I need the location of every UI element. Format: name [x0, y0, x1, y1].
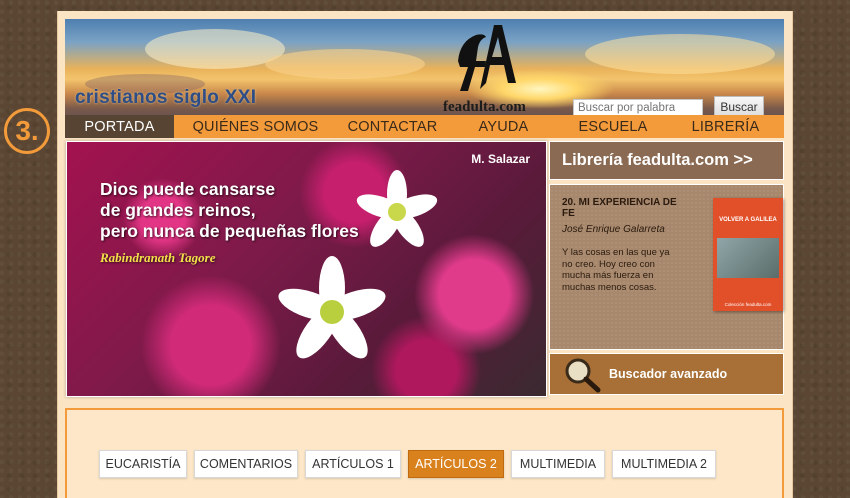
hero-attribution: Rabindranath Tagore: [100, 250, 216, 265]
step-badge: 3.: [4, 108, 50, 154]
cloud-shape: [145, 29, 285, 69]
magnifier-icon: [565, 358, 601, 393]
flower-icon: [278, 256, 386, 359]
book-cover-image[interactable]: VOLVER A GALILEA Colección feadulta.com: [713, 198, 783, 311]
library-banner-link[interactable]: Librería feadulta.com >>: [549, 141, 784, 180]
logo-text[interactable]: feadulta.com: [443, 99, 526, 116]
nav-item-contactar[interactable]: CONTACTAR: [337, 115, 448, 138]
nav-item-libreria[interactable]: LIBRERÍA: [667, 115, 784, 138]
tab-articulos-2[interactable]: ARTÍCULOS 2: [408, 450, 504, 478]
tab-comentarios[interactable]: COMENTARIOS: [194, 450, 298, 478]
tab-bar: EUCARISTÍA COMENTARIOS ARTÍCULOS 1 ARTÍC…: [99, 450, 716, 478]
book-title[interactable]: 20. MI EXPERIENCIA DE FE: [562, 197, 687, 219]
featured-book-card[interactable]: 20. MI EXPERIENCIA DE FE José Enrique Ga…: [549, 184, 784, 350]
cloud-shape: [265, 49, 425, 79]
book-blurb: Y las cosas en las que ya no creo. Hoy c…: [562, 247, 670, 293]
nav-item-ayuda[interactable]: AYUDA: [448, 115, 559, 138]
nav-item-quienes-somos[interactable]: QUIÉNES SOMOS: [174, 115, 337, 138]
content-tabs-panel: EUCARISTÍA COMENTARIOS ARTÍCULOS 1 ARTÍC…: [65, 408, 784, 498]
page-container: feadulta.com cristianos siglo XXI Buscar…: [57, 11, 793, 498]
tab-multimedia-2[interactable]: MULTIMEDIA 2: [612, 450, 716, 478]
hero-slide[interactable]: M. Salazar Dios puede cansarse de grande…: [66, 141, 547, 397]
nav-item-portada[interactable]: PORTADA: [65, 115, 174, 138]
book-author: José Enrique Galarreta: [562, 224, 665, 235]
search-input[interactable]: [573, 99, 703, 116]
advanced-search-label: Buscador avanzado: [609, 367, 728, 381]
book-cover-photo: [717, 238, 779, 278]
site-tagline: cristianos siglo XXI: [75, 87, 257, 108]
book-cover-footer: Colección feadulta.com: [724, 302, 772, 307]
main-nav: PORTADA QUIÉNES SOMOS CONTACTAR AYUDA ES…: [65, 115, 784, 138]
hero-author: M. Salazar: [471, 152, 530, 166]
cloud-shape: [585, 34, 775, 74]
tab-multimedia[interactable]: MULTIMEDIA: [511, 450, 605, 478]
site-header: feadulta.com cristianos siglo XXI Buscar: [65, 19, 784, 123]
hero-quote: Dios puede cansarse de grandes reinos, p…: [100, 179, 359, 241]
advanced-search-link[interactable]: Buscador avanzado: [549, 353, 784, 395]
book-cover-title: VOLVER A GALILEA: [719, 217, 777, 223]
tab-eucaristia[interactable]: EUCARISTÍA: [99, 450, 187, 478]
nav-item-escuela[interactable]: ESCUELA: [559, 115, 667, 138]
tab-articulos-1[interactable]: ARTÍCULOS 1: [305, 450, 401, 478]
flower-icon: [356, 170, 438, 247]
feadulta-logo-icon[interactable]: [450, 21, 530, 91]
